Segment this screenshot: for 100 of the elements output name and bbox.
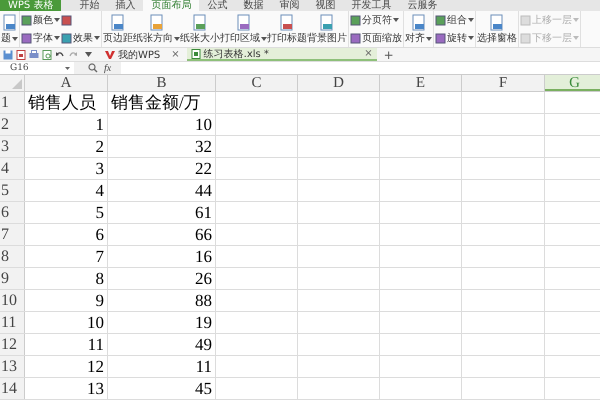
app-menu-button[interactable]: WPS 表格 — [0, 0, 62, 11]
row-header[interactable]: 3 — [0, 136, 25, 157]
caret-icon — [174, 36, 180, 40]
caret-icon[interactable] — [85, 52, 92, 57]
column-header[interactable]: E — [380, 75, 462, 91]
ribbon-button[interactable]: 旋转 — [435, 31, 474, 45]
menu-tab[interactable]: 云服务 — [399, 0, 446, 11]
ribbon-button[interactable]: 打印标题 — [267, 12, 307, 46]
table-cell: 10 — [87, 312, 104, 332]
column-header[interactable]: G — [545, 75, 600, 91]
table-cell: 11 — [196, 356, 212, 376]
column-header[interactable]: C — [216, 75, 298, 91]
menu-tab[interactable]: 开始 — [71, 0, 108, 11]
table-cell: 6 — [96, 224, 104, 244]
function-button[interactable]: fx — [104, 62, 112, 74]
caret-icon — [468, 18, 474, 22]
table-cell: 销售人员 — [28, 92, 96, 113]
ribbon-button[interactable]: 组合 — [435, 13, 474, 27]
caret-icon — [393, 18, 399, 22]
ribbon-button[interactable]: 页面缩放 — [350, 31, 402, 45]
caret-icon — [54, 36, 60, 40]
page-icon — [489, 14, 505, 32]
print-icon[interactable] — [29, 50, 39, 60]
square-icon — [21, 14, 32, 26]
table-cell: 2 — [96, 136, 104, 156]
ribbon-button[interactable]: 纸张大小 — [180, 12, 220, 46]
row-header[interactable]: 1 — [0, 92, 25, 113]
ribbon-button[interactable]: 对齐 — [405, 12, 432, 46]
logo-icon — [105, 50, 115, 60]
new-tab-button[interactable]: + — [384, 48, 394, 62]
ribbon-button[interactable]: 纸张方向 — [133, 12, 180, 46]
square-icon — [435, 32, 446, 44]
save-icon[interactable] — [3, 50, 13, 60]
row-header[interactable]: 4 — [0, 158, 25, 179]
name-box[interactable]: G16 — [0, 62, 74, 74]
row-header[interactable]: 5 — [0, 180, 25, 201]
row-header[interactable]: 2 — [0, 114, 25, 135]
caret-icon — [261, 36, 267, 40]
formula-input[interactable] — [121, 62, 600, 74]
table-cell: 9 — [96, 290, 104, 310]
table-cell: 45 — [195, 378, 212, 398]
caret-icon — [94, 36, 100, 40]
menu-tab[interactable]: 公式 — [199, 0, 236, 11]
page-icon — [236, 14, 252, 32]
column-header[interactable]: A — [25, 75, 108, 91]
table-cell: 19 — [195, 312, 212, 332]
menu-tab[interactable]: 插入 — [107, 0, 144, 11]
ribbon-button[interactable]: 颜色 — [21, 13, 60, 27]
row-header[interactable]: 8 — [0, 246, 25, 267]
table-cell: 66 — [195, 224, 212, 244]
ribbon-button[interactable]: 题 — [1, 12, 18, 46]
document-tab[interactable]: 练习表格.xls * × — [186, 48, 377, 61]
row-header[interactable]: 6 — [0, 202, 25, 223]
row-header[interactable]: 7 — [0, 224, 25, 245]
ribbon-button[interactable]: 效果 — [61, 31, 100, 45]
square-icon — [61, 14, 72, 26]
column-header[interactable]: B — [108, 75, 216, 91]
page-icon — [319, 14, 335, 32]
page-icon — [192, 14, 208, 32]
row-header[interactable]: 10 — [0, 290, 25, 311]
close-button[interactable]: × — [171, 49, 180, 60]
row-header[interactable]: 11 — [0, 312, 25, 333]
square-icon — [435, 14, 446, 26]
square-icon — [350, 32, 361, 44]
row-header[interactable]: 13 — [0, 356, 25, 377]
table-cell: 3 — [96, 158, 104, 178]
table-cell: 10 — [195, 114, 212, 134]
caret-icon — [468, 36, 474, 40]
ribbon-button[interactable]: 页边距 — [103, 12, 133, 46]
row-header[interactable]: 9 — [0, 268, 25, 289]
menu-tab[interactable]: 开发工具 — [343, 0, 400, 11]
ribbon-button[interactable]: 选择窗格 — [477, 12, 517, 46]
table-cell: 26 — [195, 268, 212, 288]
caret-icon — [573, 18, 579, 22]
menu-tab[interactable]: 视图 — [307, 0, 344, 11]
column-header[interactable]: D — [298, 75, 380, 91]
table-cell: 13 — [87, 378, 104, 398]
table-cell: 16 — [195, 246, 212, 266]
ribbon-button[interactable]: 字体 — [21, 31, 60, 45]
square-icon — [350, 14, 361, 26]
ribbon-button[interactable]: 打印区域 — [220, 12, 267, 46]
ribbon-button[interactable]: 背景图片 — [307, 12, 347, 46]
menu-tab[interactable]: 页面布局 — [143, 0, 200, 11]
table-cell: 7 — [96, 246, 104, 266]
table-cell: 88 — [195, 290, 212, 310]
menu-tab[interactable]: 数据 — [235, 0, 272, 11]
table-cell: 12 — [87, 356, 104, 376]
row-header[interactable]: 14 — [0, 378, 25, 399]
table-cell: 22 — [195, 158, 212, 178]
table-cell: 49 — [195, 334, 212, 354]
caret-icon — [65, 66, 70, 70]
document-icon[interactable] — [16, 50, 26, 60]
table-cell: 5 — [96, 202, 104, 222]
table-cell: 32 — [195, 136, 212, 156]
search-icon[interactable] — [88, 63, 98, 73]
close-button[interactable]: × — [364, 48, 373, 59]
document-tab[interactable]: 我的WPS × — [101, 48, 184, 61]
table-cell: 4 — [96, 180, 104, 200]
row-header[interactable]: 12 — [0, 334, 25, 355]
ribbon-button[interactable]: 分页符 — [350, 13, 402, 27]
